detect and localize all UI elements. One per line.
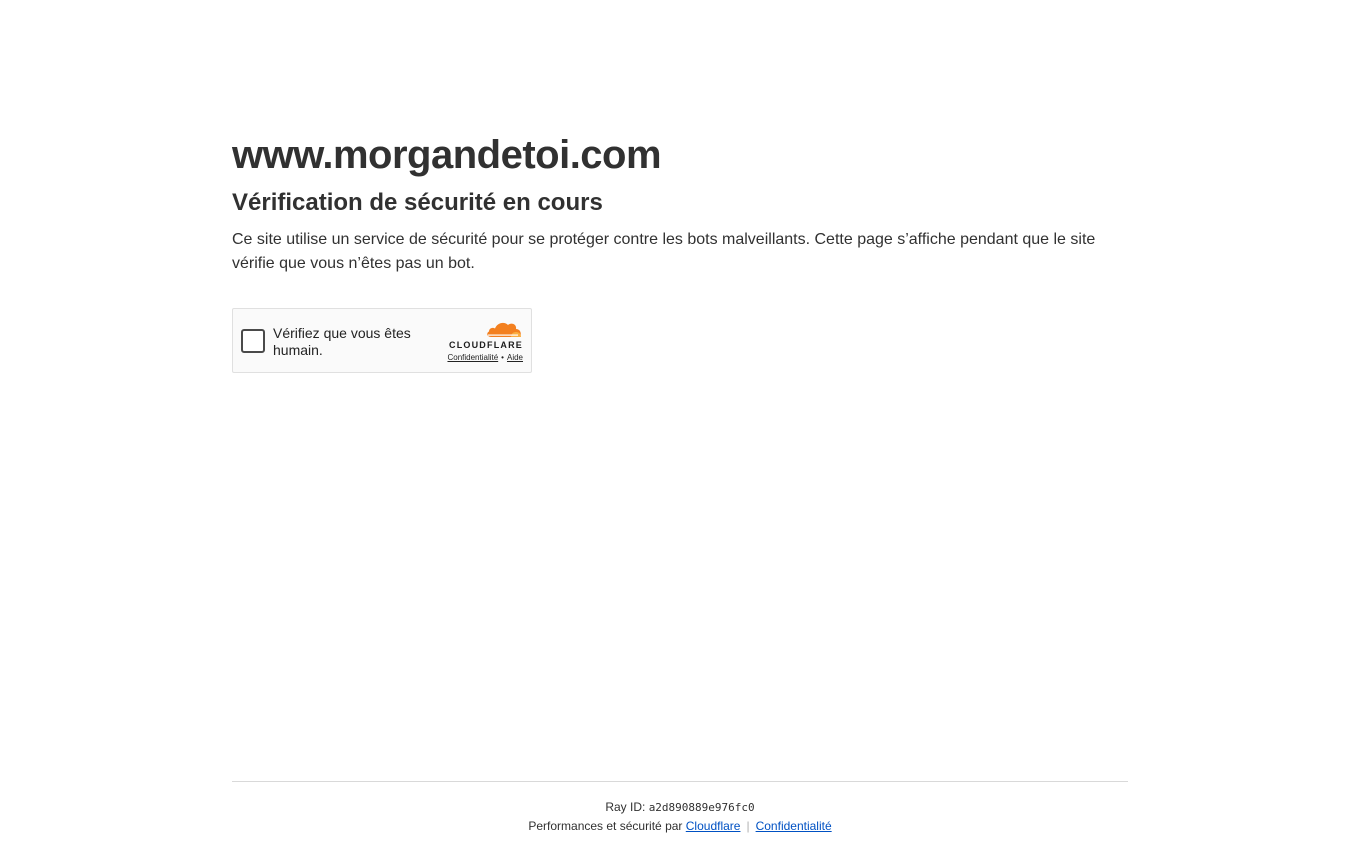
widget-links: Confidentialité • Aide xyxy=(423,353,523,363)
page: www.morgandetoi.com Vérification de sécu… xyxy=(0,0,1360,850)
ray-id-label: Ray ID: xyxy=(605,800,646,814)
cloud-icon xyxy=(487,322,521,337)
footer: Ray ID: a2d890889e976fc0 Performances et… xyxy=(232,781,1128,833)
page-description: Ce site utilise un service de sécurité p… xyxy=(232,231,1096,272)
footer-privacy-link[interactable]: Confidentialité xyxy=(756,819,832,833)
human-verification-checkbox[interactable] xyxy=(241,329,265,353)
widget-privacy-link[interactable]: Confidentialité xyxy=(447,353,498,362)
turnstile-widget: Vérifiez que vous êtes humain. CLOUDFLAR… xyxy=(232,308,532,373)
checkbox-label: Vérifiez que vous êtes humain. xyxy=(273,325,411,358)
link-separator: • xyxy=(501,353,504,362)
ray-id-line: Ray ID: a2d890889e976fc0 xyxy=(232,800,1128,815)
main-content: www.morgandetoi.com Vérification de sécu… xyxy=(232,132,1128,373)
site-title: www.morgandetoi.com xyxy=(232,133,662,177)
brand-name: CLOUDFLARE xyxy=(449,340,523,350)
footer-divider: | xyxy=(746,819,750,833)
performance-text: Performances et sécurité par xyxy=(528,819,683,833)
cloudflare-branding: CLOUDFLARE Confidentialité • Aide xyxy=(423,319,523,363)
performance-line: Performances et sécurité par Cloudflare |… xyxy=(232,819,1128,833)
widget-help-link[interactable]: Aide xyxy=(507,353,523,362)
ray-id-value: a2d890889e976fc0 xyxy=(648,801,755,814)
cloudflare-link[interactable]: Cloudflare xyxy=(686,819,741,833)
page-subtitle: Vérification de sécurité en cours xyxy=(232,189,603,216)
